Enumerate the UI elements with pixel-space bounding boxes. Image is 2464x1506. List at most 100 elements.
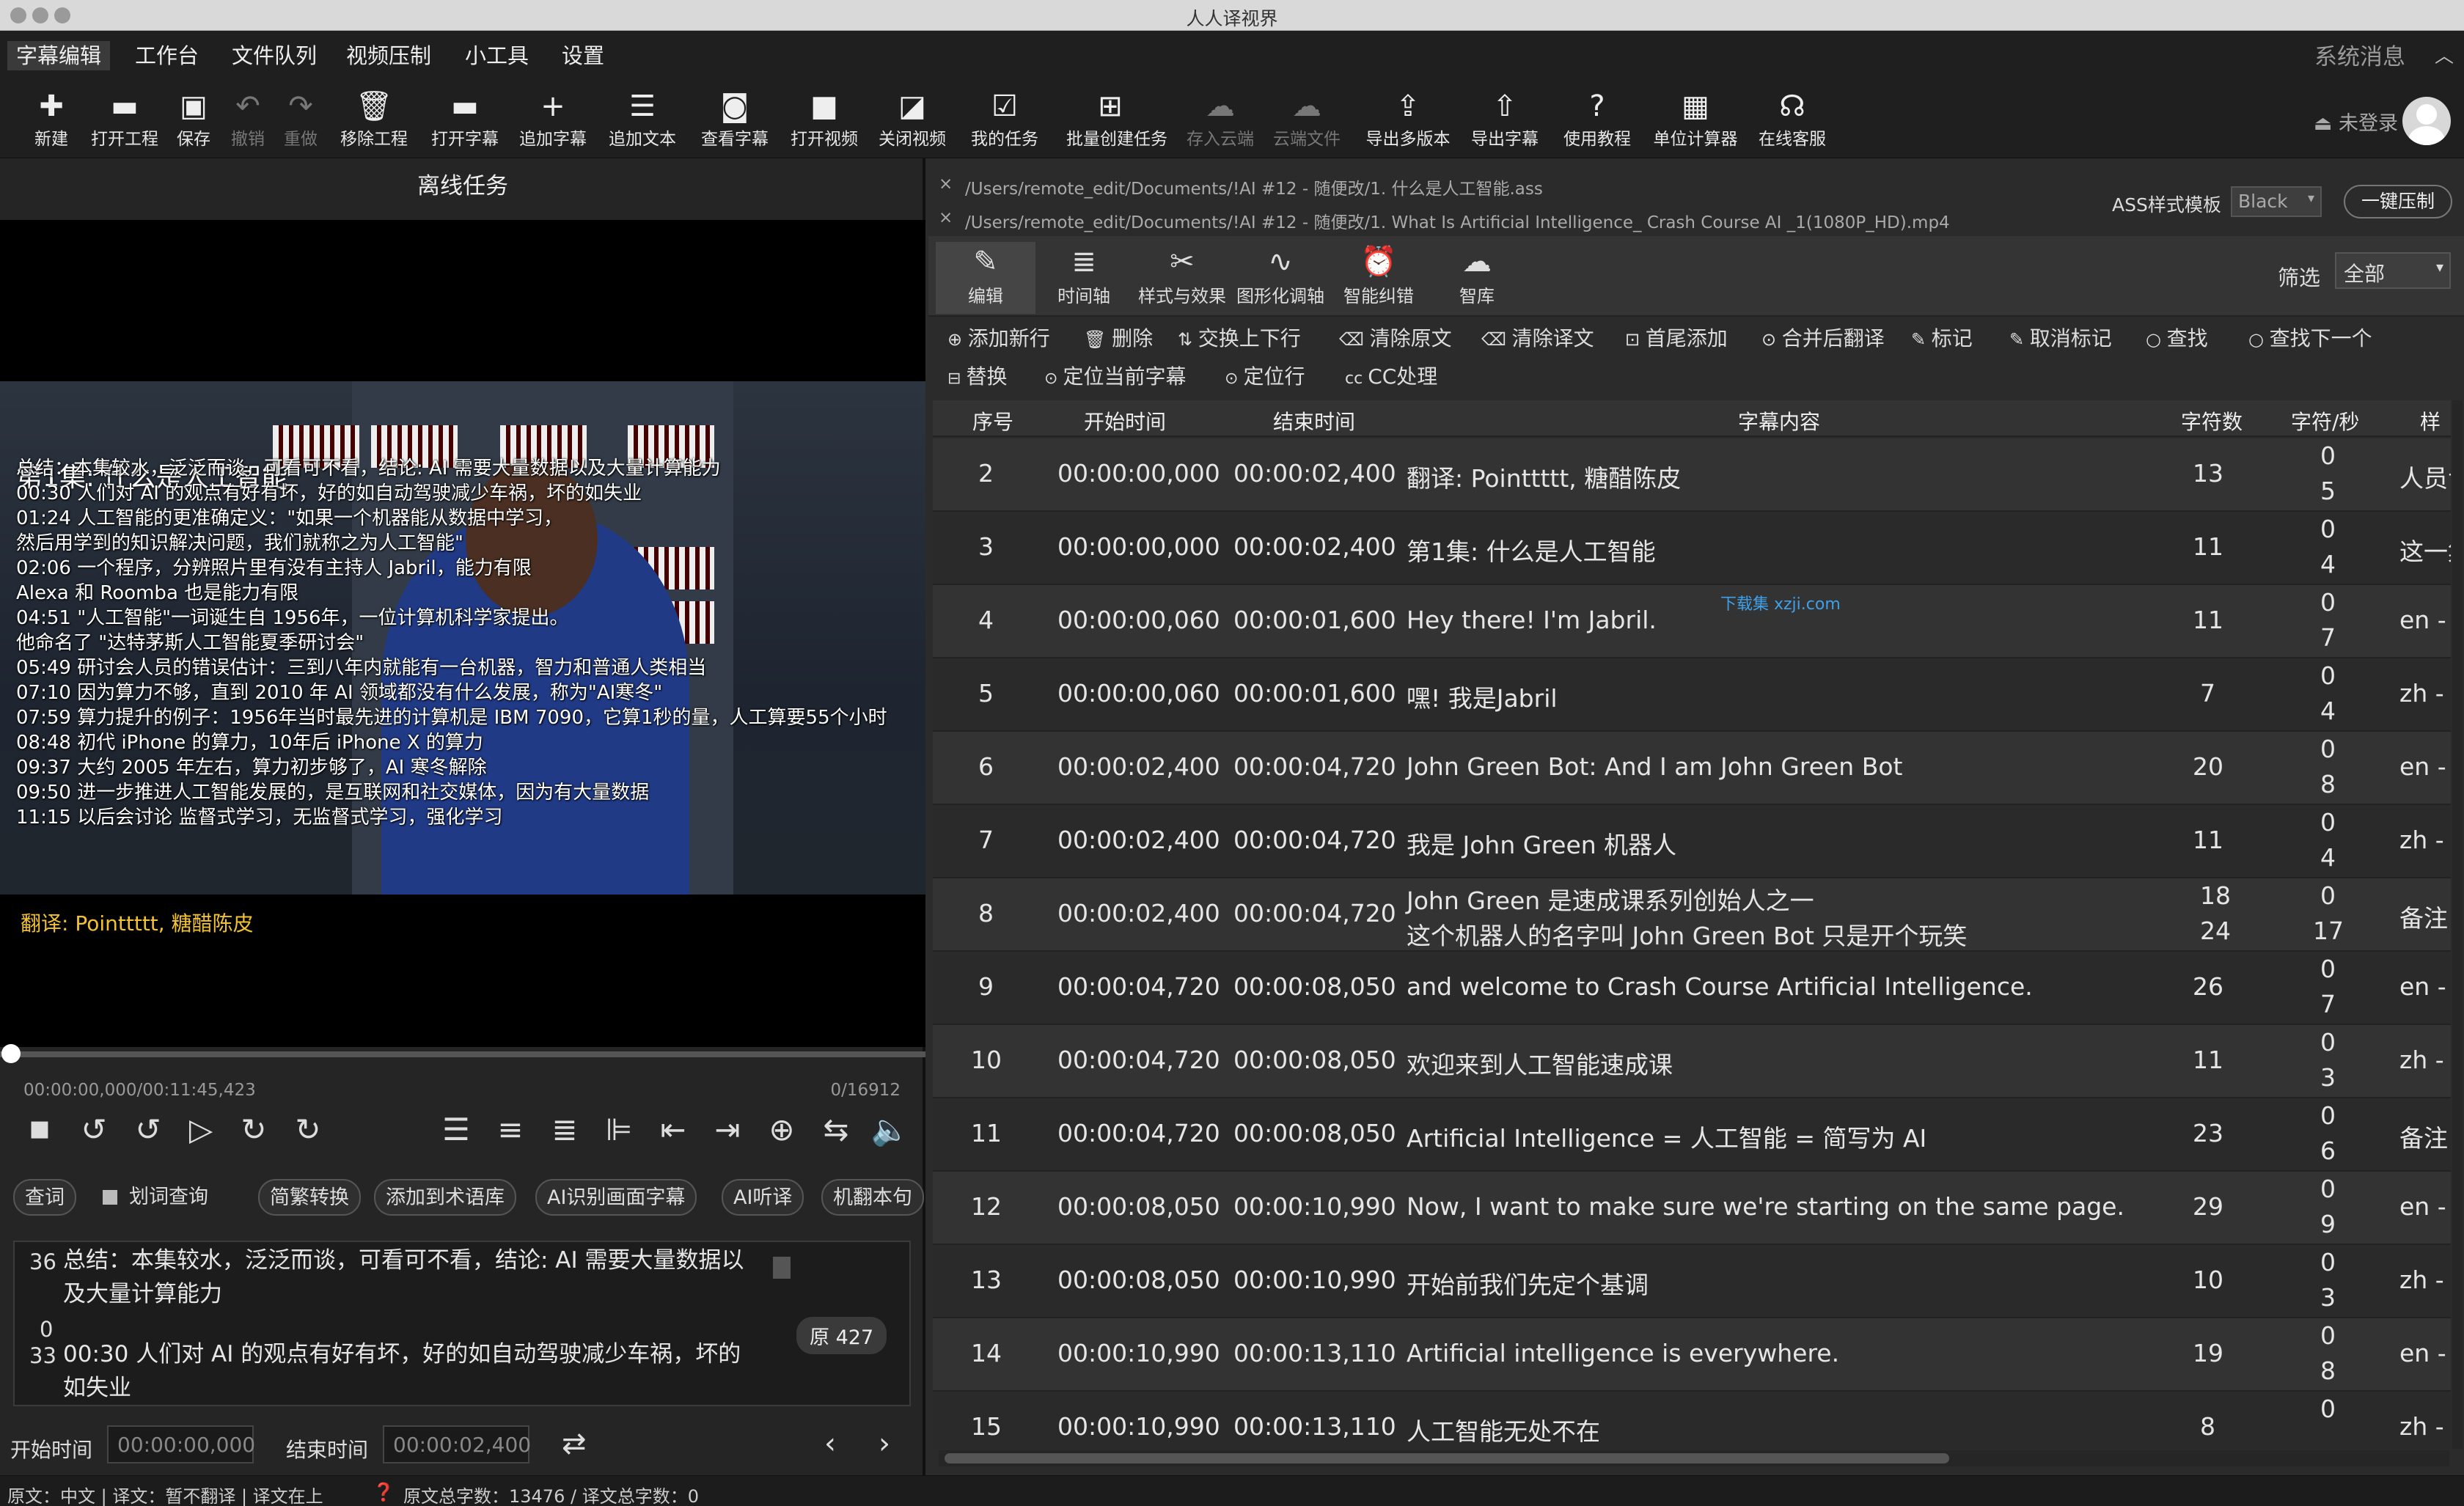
lookup-word-button[interactable]: 查词 — [13, 1179, 76, 1216]
align-center-icon[interactable]: ≡ — [488, 1112, 532, 1147]
add-head-tail-button[interactable]: ⊡ 首尾添加 — [1625, 323, 1728, 352]
table-row[interactable]: 10 00:00:04,720 00:00:08,050 欢迎来到人工智能速成课 11 0… — [933, 1025, 2451, 1098]
help-icon[interactable]: ❓ — [373, 1482, 395, 1502]
checkbox-icon[interactable] — [103, 1190, 117, 1205]
locate-line-button[interactable]: ⊙ 定位行 — [1225, 361, 1305, 390]
clear-translation-button[interactable]: ⌫ 清除译文 — [1481, 323, 1594, 352]
toolbar-view-subtitle-button[interactable]: ◙ 查看字幕 — [691, 88, 779, 154]
table-row[interactable]: 8 00:00:02,400 00:00:04,720 John Green 是速成课… — [933, 878, 2451, 952]
table-row[interactable]: 13 00:00:08,050 00:00:10,990 开始前我们先定个基调 10 0 3… — [933, 1245, 2451, 1318]
toolbar-calculator-button[interactable]: ▦ 单位计算器 — [1651, 88, 1739, 154]
editor-original-line-wrap[interactable]: 及大量计算能力 — [63, 1277, 222, 1311]
tab-brain[interactable]: ☁ 智库 — [1427, 242, 1527, 314]
menu-workbench[interactable]: 工作台 — [126, 41, 208, 70]
column-header[interactable]: 字符数 — [2181, 406, 2243, 436]
menu-video-compress[interactable]: 视频压制 — [337, 41, 440, 70]
table-row[interactable]: 15 00:00:10,990 00:00:13,110 人工智能无处不在 8 0 zh - — [933, 1392, 2451, 1449]
table-row[interactable]: 3 00:00:00,000 00:00:02,400 第1集: 什么是人工智能 11 0… — [933, 512, 2451, 585]
table-vertical-scrollbar[interactable] — [2452, 400, 2463, 1449]
cc-process-button[interactable]: cc CC处理 — [1345, 361, 1437, 390]
toolbar-batch-task-button[interactable]: ⊞ 批量创建任务 — [1066, 88, 1167, 154]
toolbar-help-button[interactable]: ? 使用教程 — [1553, 88, 1641, 154]
toolbar-headset-button[interactable]: ☊ 在线客服 — [1748, 88, 1836, 154]
crosshair-icon[interactable]: ⊕ — [760, 1112, 804, 1147]
end-time-input[interactable]: 00:00:02,400 — [383, 1425, 531, 1463]
add-row-button[interactable]: ⊕ 添加新行 — [947, 323, 1050, 352]
select-lookup-toggle[interactable]: 划词查询 — [103, 1179, 208, 1216]
menu-subtitle-edit[interactable]: 字幕编辑 — [7, 41, 111, 70]
start-time-input[interactable]: 00:00:00,000 — [107, 1425, 255, 1463]
locate-current-button[interactable]: ⊙ 定位当前字幕 — [1044, 361, 1186, 390]
progress-knob[interactable] — [1, 1044, 21, 1063]
close-file-icon[interactable]: × — [939, 208, 953, 227]
forward-3s-icon[interactable]: ↻ — [286, 1112, 330, 1147]
next-line-icon[interactable]: › — [879, 1427, 890, 1461]
ai-ocr-subtitle-button[interactable]: AI识别画面字幕 — [535, 1179, 697, 1216]
avatar[interactable] — [2402, 97, 2451, 145]
column-header[interactable]: 结束时间 — [1273, 406, 1355, 436]
table-horizontal-scrollbar[interactable] — [939, 1450, 2449, 1466]
jump-start-icon[interactable]: ⇤ — [651, 1112, 695, 1147]
table-row[interactable]: 9 00:00:04,720 00:00:08,050 and welcome to … — [933, 952, 2451, 1025]
rewind-3s-icon[interactable]: ↺ — [72, 1112, 116, 1147]
add-to-glossary-button[interactable]: 添加到术语库 — [374, 1179, 516, 1216]
table-row[interactable]: 2 00:00:00,000 00:00:02,400 翻译: Pointtttt, … — [933, 438, 2451, 512]
login-status[interactable]: ⏏ 未登录 — [2314, 107, 2398, 136]
swap-icon[interactable]: ⇆ — [814, 1112, 858, 1147]
tab-tools[interactable]: ✂ 样式与效果 — [1132, 242, 1232, 314]
prev-line-icon[interactable]: ‹ — [824, 1427, 836, 1461]
scroll-thumb[interactable] — [945, 1453, 1949, 1463]
editor-translation-line-wrap[interactable]: 如失业 — [63, 1371, 131, 1405]
merge-translate-button[interactable]: ⊙ 合并后翻译 — [1761, 323, 1885, 352]
column-header[interactable]: 字幕内容 — [1738, 406, 1820, 436]
collapse-chevron-icon[interactable]: ︿ — [2435, 41, 2454, 68]
align-middle-icon[interactable]: ≣ — [543, 1112, 587, 1147]
tab-timeline[interactable]: ≣ 时间轴 — [1034, 242, 1134, 314]
play-icon[interactable]: ▷ — [179, 1112, 223, 1147]
table-row[interactable]: 11 00:00:04,720 00:00:08,050 Artificial Int… — [933, 1098, 2451, 1172]
swap-times-icon[interactable]: ⇄ — [562, 1427, 587, 1461]
unmark-button[interactable]: ✎ 取消标记 — [2009, 323, 2112, 352]
filter-select[interactable]: 全部 ▾ — [2335, 252, 2451, 289]
toolbar-export-subtitle-button[interactable]: ⇧ 导出字幕 — [1461, 88, 1549, 154]
column-header[interactable]: 字符/秒 — [2291, 406, 2359, 436]
toolbar-cloud-save-button[interactable]: ☁ 存入云端 — [1176, 88, 1264, 154]
table-row[interactable]: 4 00:00:00,060 00:00:01,600 Hey there! I'm … — [933, 585, 2451, 658]
column-header[interactable]: 样 — [2420, 406, 2441, 436]
tab-graph[interactable]: ∿ 图形化调轴 — [1231, 242, 1330, 314]
toolbar-text-doc-button[interactable]: ☰ 追加文本 — [598, 88, 686, 154]
system-messages-link[interactable]: 系统消息 — [2314, 38, 2405, 71]
editor-translation-line[interactable]: 00:30 人们对 AI 的观点有好有坏，好的如自动驾驶减少车祸，坏的 — [63, 1337, 741, 1371]
swap-rows-button[interactable]: ⇅ 交换上下行 — [1178, 323, 1301, 352]
toolbar-cloud-file-button[interactable]: ☁ 云端文件 — [1263, 88, 1351, 154]
toolbar-open-subtitle-button[interactable]: ▬ 打开字幕 — [421, 88, 509, 154]
editor-original-line[interactable]: 总结：本集较水，泛泛而谈，可看可不看，结论: AI 需要大量数据以 — [63, 1244, 744, 1277]
replace-button[interactable]: ⊟ 替换 — [947, 361, 1007, 390]
subtitle-file-path[interactable]: /Users/remote_edit/Documents/!AI #12 - 随… — [965, 175, 1543, 199]
table-row[interactable]: 7 00:00:02,400 00:00:04,720 我是 John Green 机… — [933, 805, 2451, 878]
volume-icon[interactable]: 🔈 — [868, 1112, 912, 1148]
mark-button[interactable]: ✎ 标记 — [1911, 323, 1973, 352]
column-header[interactable]: 序号 — [972, 406, 1013, 436]
table-row[interactable]: 6 00:00:02,400 00:00:04,720 John Green Bot:… — [933, 732, 2451, 805]
align-lines-icon[interactable]: ☰ — [434, 1112, 478, 1147]
column-header[interactable]: 开始时间 — [1084, 406, 1166, 436]
toolbar-video-off-button[interactable]: ◪ 关闭视频 — [868, 88, 956, 154]
menu-settings[interactable]: 设置 — [553, 41, 613, 70]
align-left-icon[interactable]: ⊫ — [597, 1112, 641, 1147]
close-file-icon[interactable]: × — [939, 175, 953, 194]
delete-button[interactable]: 🗑 删除 — [1084, 323, 1153, 352]
toolbar-plus-button[interactable]: + 追加字幕 — [509, 88, 597, 154]
toolbar-video-camera-button[interactable]: ■ 打开视频 — [780, 88, 868, 154]
editor-scrollbar[interactable] — [773, 1257, 791, 1279]
table-row[interactable]: 14 00:00:10,990 00:00:13,110 Artificial int… — [933, 1318, 2451, 1392]
menu-file-queue[interactable]: 文件队列 — [223, 41, 326, 70]
machine-translate-line-button[interactable]: 机翻本句 — [821, 1179, 924, 1216]
find-button[interactable]: ○ 查找 — [2146, 323, 2208, 352]
jump-end-icon[interactable]: ⇥ — [705, 1112, 749, 1147]
ai-listen-translate-button[interactable]: AI听译 — [722, 1179, 804, 1216]
tab-pencil[interactable]: ✎ 编辑 — [936, 242, 1035, 314]
find-next-button[interactable]: ○ 查找下一个 — [2248, 323, 2372, 352]
table-row[interactable]: 12 00:00:08,050 00:00:10,990 Now, I want to… — [933, 1172, 2451, 1245]
forward-1s-icon[interactable]: ↻ — [232, 1112, 276, 1147]
